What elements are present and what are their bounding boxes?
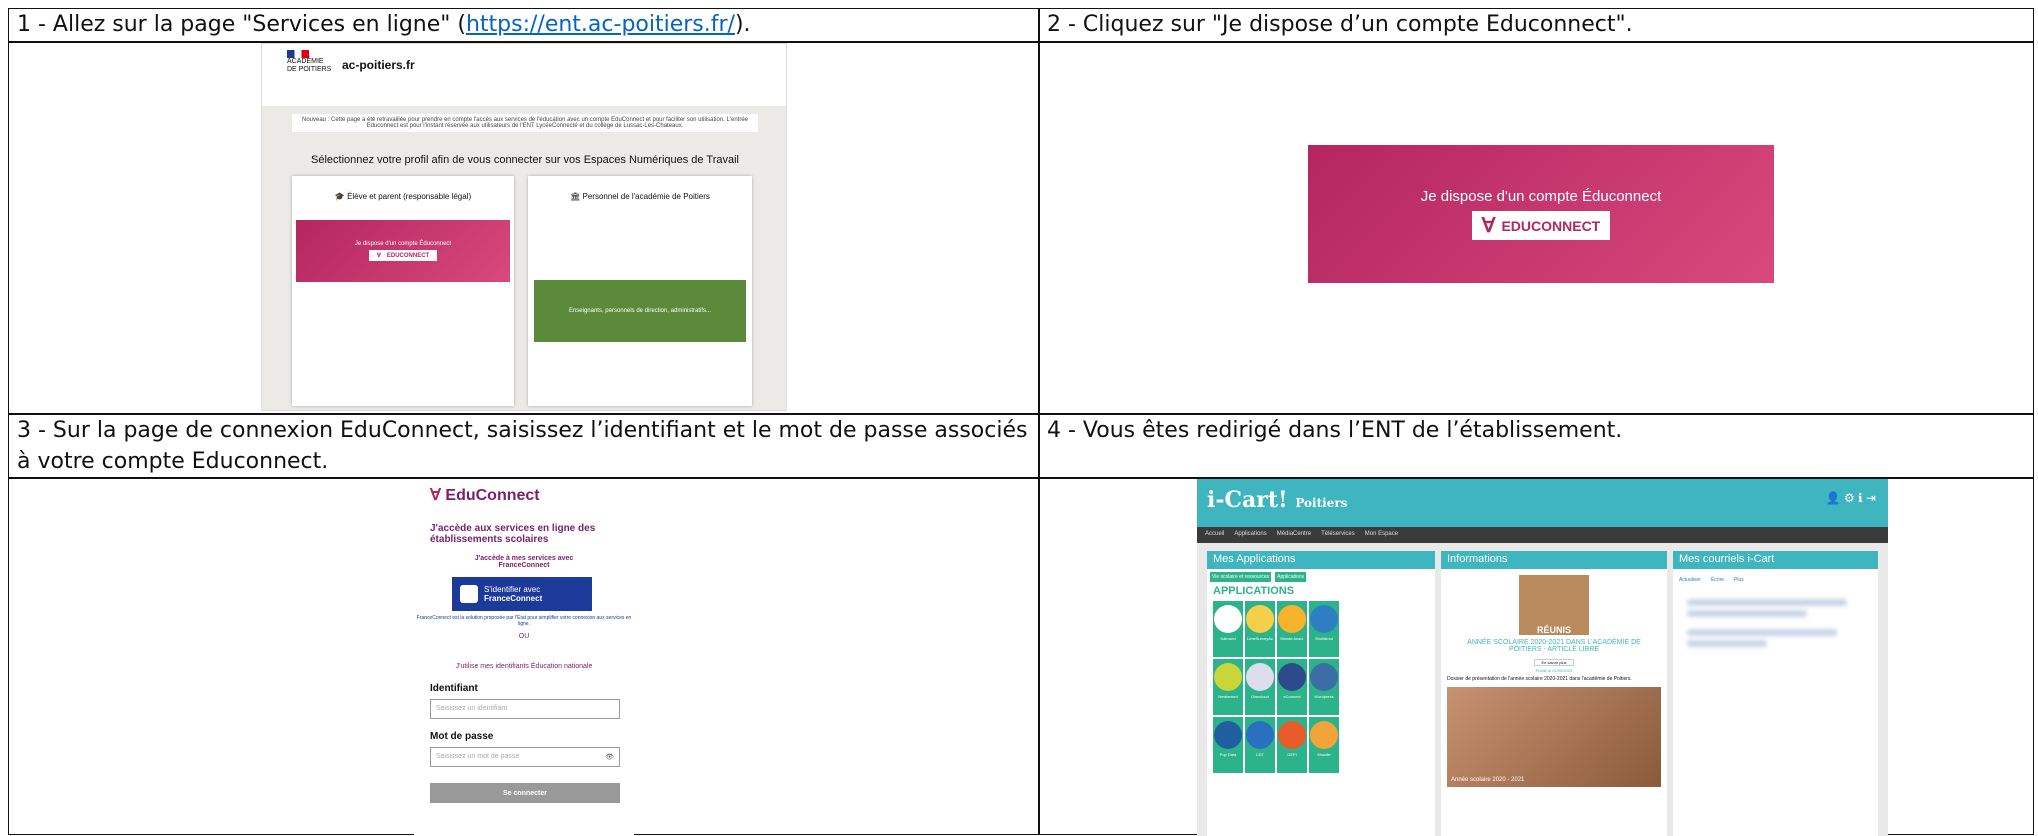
instructions-table: 1 - Allez sur la page "Services en ligne… <box>8 5 2034 836</box>
app-tile[interactable]: Monde Acad. <box>1277 601 1307 657</box>
step-1: 1 - Allez sur la page "Services en ligne… <box>9 5 1038 44</box>
edu-id-label: J'utilise mes identifiants Éducation nat… <box>455 663 593 670</box>
screenshot-icart-ent: i-Cart! Poitiers 👤 ⚙ ℹ ⇥ Accueil Applicat… <box>1197 479 1888 836</box>
news-more-button[interactable]: En savoir plus <box>1534 659 1574 666</box>
fc-intro: J'accède à mes services avec FranceConne… <box>474 555 574 569</box>
step-2: 2 - Cliquez sur "Je dispose d’un compte … <box>1047 12 1633 37</box>
educonnect-button-small[interactable]: Je dispose d'un compte Éduconnect Ɐ EDUCO… <box>296 220 510 282</box>
academie-logo: ACADÉMIE DE POITIERS <box>287 50 331 74</box>
or-divider: OU <box>518 633 530 640</box>
icart-nav: Accueil Applications MédiaCentre Téléservic… <box>1197 527 1888 543</box>
news-image: RÉUNIS <box>1519 575 1589 635</box>
mail-actions: Actualiser Écrire Plus <box>1673 569 1878 591</box>
nav-applications[interactable]: Applications <box>1234 531 1266 539</box>
tab-applications[interactable]: Applications <box>1275 572 1307 582</box>
mail-list <box>1673 591 1878 655</box>
news-description: Dossier de présentation de l'année scola… <box>1447 676 1632 682</box>
login-button[interactable]: Se connecter <box>430 783 620 803</box>
staff-card: 🏛 Personnel de l'académie de Poitiers En… <box>528 176 752 406</box>
tab-vie-scolaire[interactable]: Vie scolaire et ressources <box>1210 572 1272 582</box>
panel-mail: Mes courriels i-Cart Actualiser Écrire Plu… <box>1673 551 1878 836</box>
app-tile[interactable]: GEPI <box>1277 717 1307 773</box>
app-tile[interactable]: Kairrand <box>1213 601 1243 657</box>
page-body: Nouveau : Cette page a été retravaillée … <box>262 106 786 410</box>
educonnect-logo-icon: Ɐ <box>1481 215 1496 237</box>
panel-informations-title: Informations <box>1441 551 1667 569</box>
nav-mon-espace[interactable]: Mon Espace <box>1365 531 1398 539</box>
news-title: ANNÉE SCOLAIRE 2020-2021 DANS L'ACADÉMIE… <box>1467 639 1641 653</box>
app-tile[interactable]: Owncloud <box>1245 659 1275 715</box>
password-input[interactable]: Saisissez un mot de passe 👁 <box>430 747 620 767</box>
educonnect-brand: Ɐ EduConnect <box>430 487 540 504</box>
screenshot-educonnect-login: Ɐ EduConnect J'accède aux services en li… <box>414 479 634 836</box>
mail-more-button[interactable]: Plus <box>1734 577 1744 583</box>
apps-heading: APPLICATIONS <box>1213 585 1295 597</box>
identifier-input[interactable]: Saisissez un identifiant <box>430 699 620 719</box>
profile-student-label: 🎓 Élève et parent (responsable légal) <box>334 192 472 201</box>
eye-icon: 👁 <box>605 754 614 761</box>
notice-banner: Nouveau : Cette page a été retravaillée … <box>292 114 758 132</box>
app-tile[interactable]: CDT <box>1245 717 1275 773</box>
icart-logo: i-Cart! Poitiers <box>1207 487 1348 513</box>
icart-header: i-Cart! Poitiers 👤 ⚙ ℹ ⇥ <box>1197 479 1888 527</box>
graduation-cap-icon: 🎓 <box>334 192 345 201</box>
step-4: 4 - Vous êtes redirigé dans l’ENT de l’é… <box>1047 418 1623 443</box>
panel-applications: Mes Applications Vie scolaire et ressour… <box>1207 551 1435 836</box>
apps-grid: Kairrand LimeSurveyAc Monde Acad. Sholid… <box>1207 597 1435 777</box>
student-card: 🎓 Élève et parent (responsable légal) Je… <box>292 176 514 406</box>
franceconnect-logo-icon <box>460 585 478 603</box>
nav-accueil[interactable]: Accueil <box>1205 531 1224 539</box>
mail-write-button[interactable]: Écrire <box>1711 577 1724 583</box>
ent-link[interactable]: https://ent.ac-poitiers.fr/ <box>466 12 735 37</box>
step-3: 3 - Sur la page de connexion EduConnect,… <box>17 418 1028 474</box>
step-1-tail: ). <box>734 12 751 37</box>
nav-teleservices[interactable]: Téléservices <box>1321 531 1355 539</box>
fc-note: FranceConnect est la solution proposée p… <box>416 615 632 627</box>
educonnect-logo-icon: Ɐ <box>430 487 441 504</box>
mail-refresh-button[interactable]: Actualiser <box>1679 577 1701 583</box>
profile-heading: Sélectionnez votre profil afin de vous c… <box>311 154 739 166</box>
app-tile[interactable]: Moodle <box>1309 717 1339 773</box>
login-title: J'accède aux services en ligne des établ… <box>430 523 596 545</box>
app-tile[interactable]: Newbearrd <box>1213 659 1243 715</box>
news-photo: Année scolaire 2020 - 2021 <box>1447 687 1661 787</box>
panel-applications-title: Mes Applications <box>1207 551 1435 569</box>
educonnect-logo-icon: Ɐ <box>376 253 381 259</box>
app-tile[interactable]: eConnect <box>1277 659 1307 715</box>
id-label: Identifiant <box>430 683 478 694</box>
screenshot-services-en-ligne: ACADÉMIE DE POITIERS ac-poitiers.fr Nouv… <box>261 43 787 411</box>
app-tile[interactable]: Sholidrout <box>1309 601 1339 657</box>
app-tile[interactable]: LimeSurveyAc <box>1245 601 1275 657</box>
franceconnect-button[interactable]: S'identifier avec FranceConnect <box>452 577 592 611</box>
educonnect-button-large[interactable]: Je dispose d'un compte Éduconnect Ɐ EDUCO… <box>1308 145 1774 283</box>
nav-mediacentre[interactable]: MédiaCentre <box>1277 531 1311 539</box>
site-name: ac-poitiers.fr <box>342 58 415 72</box>
pw-label: Mot de passe <box>430 731 494 742</box>
panel-informations: Informations RÉUNIS ANNÉE SCOLAIRE 2020-… <box>1441 551 1667 836</box>
user-menu-icon[interactable]: 👤 ⚙ ℹ ⇥ <box>1826 491 1876 505</box>
profile-staff-label: 🏛 Personnel de l'académie de Poitiers <box>570 192 710 201</box>
institution-icon: 🏛 <box>570 192 581 201</box>
staff-button[interactable]: Enseignants, personnels de direction, ad… <box>534 280 746 342</box>
app-tile[interactable]: Wordpress <box>1309 659 1339 715</box>
app-tile[interactable]: Pop Data <box>1213 717 1243 773</box>
panel-mail-title: Mes courriels i-Cart <box>1673 551 1878 569</box>
step-1-text: 1 - Allez sur la page "Services en ligne… <box>17 12 466 37</box>
